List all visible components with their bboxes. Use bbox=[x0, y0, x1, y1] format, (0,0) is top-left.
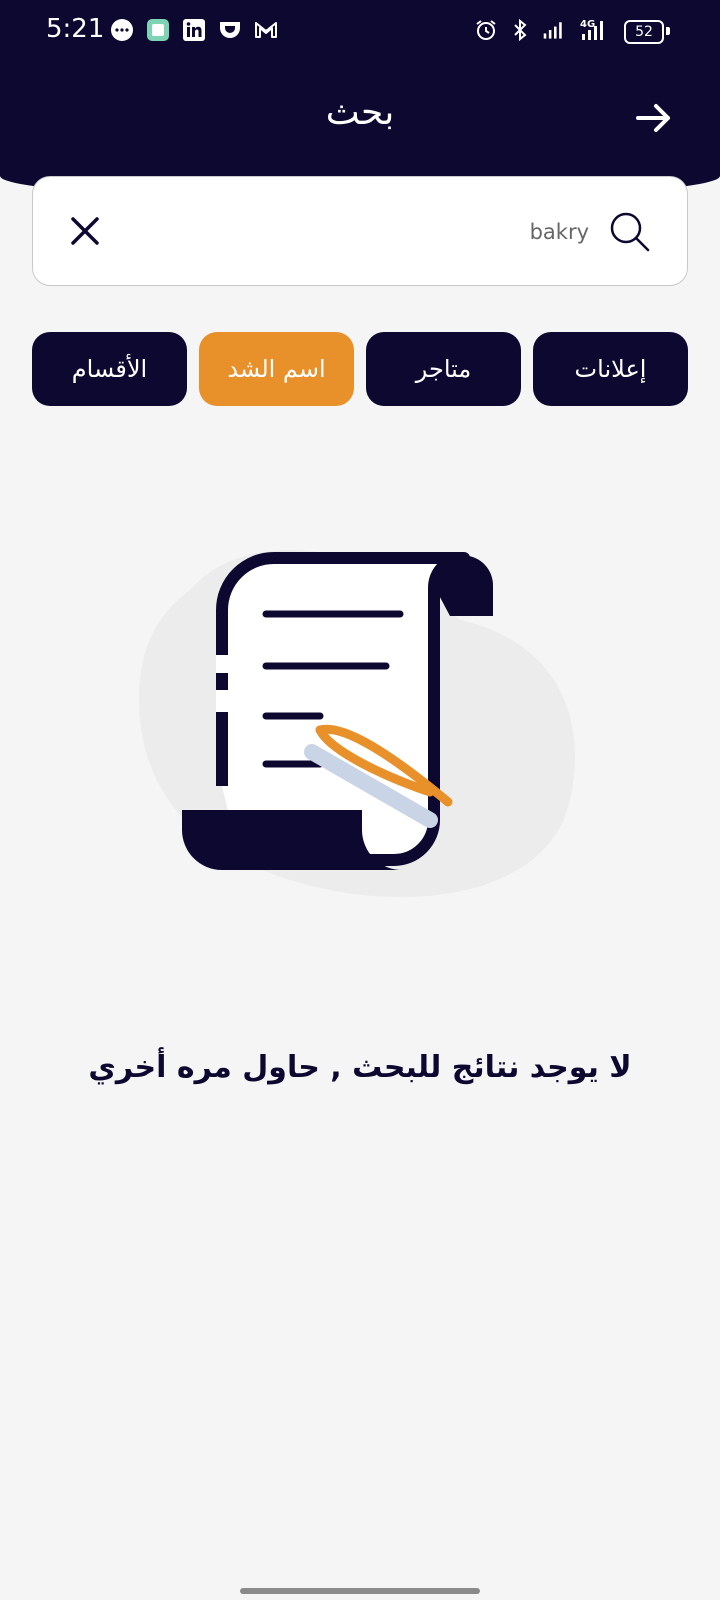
linkedin-icon bbox=[182, 18, 206, 42]
search-icon[interactable] bbox=[609, 211, 651, 253]
battery-tip bbox=[666, 27, 670, 35]
tab-ads[interactable]: إعلانات bbox=[533, 332, 688, 406]
status-time: 5:21 bbox=[46, 14, 105, 44]
back-button[interactable] bbox=[632, 96, 676, 140]
status-bar: 5:21 4G 52 bbox=[0, 0, 720, 64]
empty-state-illustration bbox=[130, 530, 590, 920]
tab-categories[interactable]: الأقسام bbox=[32, 332, 187, 406]
search-type-tabs: إعلانات متاجر اسم الشد الأقسام bbox=[32, 332, 688, 406]
battery-icon: 52 bbox=[624, 20, 664, 44]
chat-bubble-icon bbox=[110, 18, 134, 42]
home-indicator[interactable] bbox=[240, 1588, 480, 1594]
tab-stores[interactable]: متاجر bbox=[366, 332, 521, 406]
notification-icons bbox=[110, 18, 278, 42]
search-box bbox=[32, 176, 688, 286]
search-input[interactable] bbox=[167, 209, 591, 255]
svg-text:4G: 4G bbox=[580, 19, 595, 30]
page-title: بحث bbox=[325, 92, 395, 133]
tab-product-name[interactable]: اسم الشد bbox=[199, 332, 354, 406]
bluetooth-icon bbox=[508, 18, 532, 42]
clear-search-button[interactable] bbox=[67, 213, 103, 249]
signal-icon bbox=[542, 18, 566, 42]
alarm-icon bbox=[474, 18, 498, 42]
close-icon bbox=[71, 217, 99, 245]
signal-4g-icon: 4G bbox=[576, 18, 610, 42]
arrow-right-icon bbox=[636, 104, 670, 132]
app-square-icon bbox=[146, 18, 170, 42]
system-icons: 4G bbox=[474, 18, 610, 42]
empty-results-message: لا يوجد نتائج للبحث , حاول مره أخري bbox=[88, 1050, 632, 1085]
cup-icon bbox=[218, 18, 242, 42]
gmail-icon bbox=[254, 18, 278, 42]
